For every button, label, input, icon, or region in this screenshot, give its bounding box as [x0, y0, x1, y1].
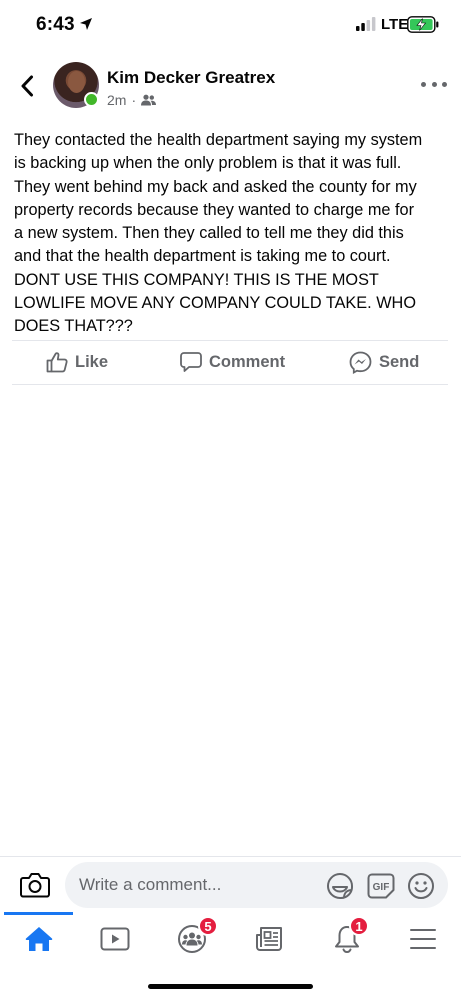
comment-button[interactable]: Comment: [180, 351, 285, 373]
home-icon: [25, 927, 53, 951]
tab-groups[interactable]: 5: [176, 916, 218, 954]
friends-icon: [141, 94, 157, 106]
news-icon: [256, 927, 282, 951]
like-label: Like: [75, 352, 109, 371]
post-text: They contacted the health department say…: [14, 131, 423, 336]
author-name[interactable]: Kim Decker Greatrex: [107, 68, 275, 88]
online-status-dot: [84, 92, 99, 107]
like-button[interactable]: Like: [46, 351, 108, 373]
battery-charging-icon: [407, 16, 439, 33]
emoji-icon[interactable]: [407, 872, 435, 900]
tab-watch[interactable]: [99, 924, 131, 954]
post-header: Kim Decker Greatrex 2m ·: [0, 58, 461, 118]
more-dot-icon: [431, 81, 437, 87]
tab-home[interactable]: [23, 924, 55, 954]
tab-notifications[interactable]: 1: [331, 916, 369, 954]
bottom-tab-bar: 5 1: [0, 912, 461, 964]
home-indicator: [148, 984, 313, 989]
meta-separator: ·: [131, 92, 137, 108]
status-bar: 6:43 LTE: [0, 0, 461, 50]
notifications-badge: 1: [349, 916, 369, 936]
comment-placeholder[interactable]: Write a comment...: [79, 875, 221, 895]
gif-icon: GIF: [367, 873, 395, 899]
location-arrow-icon: [80, 18, 92, 30]
more-dot-icon: [442, 81, 447, 87]
network-label: LTE: [381, 16, 409, 33]
signal-icon: [356, 17, 376, 31]
send-button[interactable]: Send: [349, 351, 419, 374]
gif-button[interactable]: GIF: [367, 873, 395, 899]
hamburger-menu-icon: [410, 929, 436, 949]
send-label: Send: [379, 353, 420, 371]
post-timestamp[interactable]: 2m: [107, 92, 126, 108]
comment-label: Comment: [209, 352, 286, 371]
tab-news[interactable]: [253, 924, 285, 954]
chevron-left-icon: [21, 75, 33, 97]
watch-video-icon: [100, 927, 130, 951]
gif-label: GIF: [373, 882, 390, 893]
avatar-face: [68, 71, 85, 93]
comment-composer: Write a comment... GIF: [0, 856, 461, 912]
thumbs-up-icon: [46, 352, 68, 373]
more-dot-icon: [421, 81, 426, 87]
status-time: 6:43: [36, 14, 75, 35]
messenger-icon: [349, 351, 372, 374]
post-meta: 2m ·: [107, 92, 157, 108]
active-tab-indicator: [4, 912, 73, 915]
post-action-bar: Like Comment Send: [12, 340, 448, 385]
back-button[interactable]: [14, 72, 40, 100]
camera-icon[interactable]: [20, 871, 50, 898]
comment-bubble-icon: [180, 352, 202, 372]
groups-badge: 5: [198, 916, 218, 936]
tab-menu[interactable]: [407, 924, 439, 954]
more-options-button[interactable]: [421, 74, 447, 94]
sticker-icon[interactable]: [326, 872, 354, 900]
